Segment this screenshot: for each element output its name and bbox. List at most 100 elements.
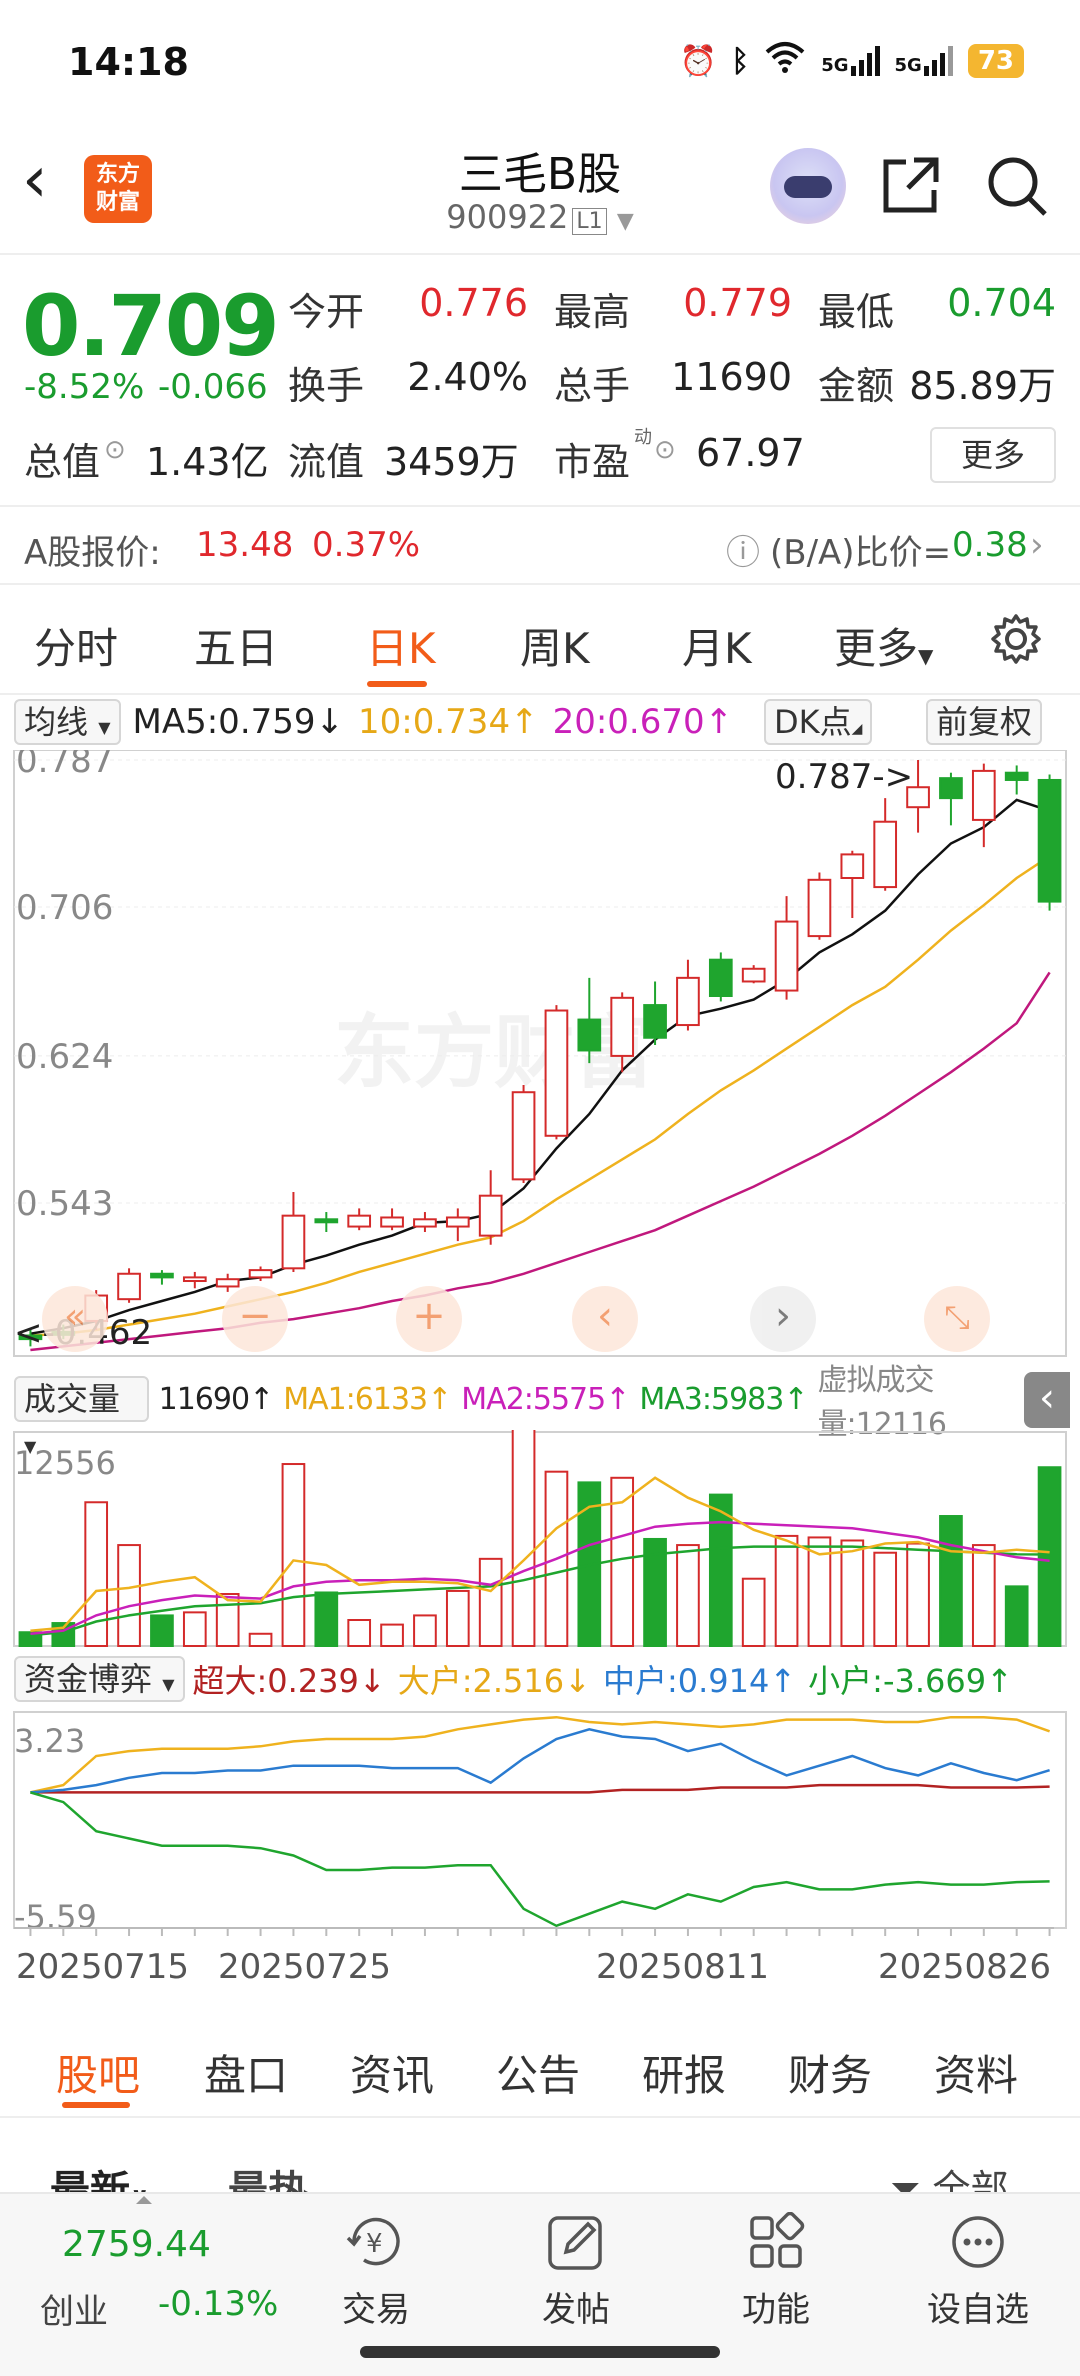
divider (0, 505, 1080, 507)
tab-guba[interactable]: 股吧 (56, 2042, 140, 2103)
fund-top-label: 3.23 (14, 1722, 85, 1760)
signal-icon-2: 5G (895, 46, 954, 76)
y-axis-label: 0.624 (16, 1037, 113, 1077)
info-icon[interactable]: ⊙ (104, 435, 126, 465)
index-value[interactable]: 2759.44 (62, 2224, 211, 2265)
info-icon[interactable]: ⊙ (654, 435, 676, 465)
candle-body (182, 1276, 207, 1283)
tab-weekly-k[interactable]: 周K (520, 615, 590, 676)
fund-small-line (30, 1791, 1050, 1928)
index-name[interactable]: 创业 (40, 2284, 108, 2333)
volume-indicator-select[interactable]: 成交量 ▼ (14, 1376, 149, 1456)
a-share-label: A股报价: (24, 533, 161, 573)
next-icon[interactable]: › (750, 1286, 816, 1352)
kline-y-labels: 0.787 0.706 0.624 0.543 (16, 750, 113, 1224)
battery-indicator: 73 (967, 44, 1024, 78)
candle-body (971, 769, 996, 821)
vol-ma1: MA1:6133↑ (283, 1381, 452, 1417)
dock-functions-label: 功能 (742, 2290, 810, 2330)
caret-down-icon: ▼ (918, 644, 934, 668)
vol-ma3: MA3:5983↑ (639, 1381, 808, 1417)
indicator-select[interactable]: 均线 ▼ (14, 699, 121, 745)
settings-icon[interactable] (990, 613, 1042, 669)
dock-trade[interactable]: ¥ 交易 (306, 2212, 446, 2331)
y-axis-label: 0.706 (16, 888, 113, 928)
signal-type: 5G (894, 55, 922, 76)
collapse-panel-icon[interactable]: ‹ (1024, 1372, 1070, 1428)
volume-bar (676, 1544, 700, 1647)
open-value: 0.776 (419, 281, 528, 325)
scroll-left-fast-icon[interactable]: « (42, 1286, 108, 1352)
prev-icon[interactable]: ‹ (572, 1286, 638, 1352)
candle-body (347, 1214, 372, 1228)
fund-chart[interactable]: 3.23 -5.59 (0, 1710, 1080, 1930)
volume-bar (150, 1614, 174, 1647)
svg-text:¥: ¥ (366, 2229, 383, 2259)
candle-body (215, 1278, 240, 1288)
volume-chart[interactable]: 12556 (0, 1430, 1080, 1648)
volume-bar (741, 1577, 766, 1647)
ba-ratio-value: 0.38 (952, 525, 1028, 565)
chevron-right-icon[interactable]: › (1030, 525, 1044, 565)
tab-finance[interactable]: 财务 (788, 2042, 872, 2103)
search-icon[interactable] (985, 154, 1049, 218)
tab-more-label: 更多 (834, 624, 919, 673)
home-indicator[interactable] (360, 2346, 720, 2358)
volume-legend: 成交量 ▼ 11690↑ MA1:6133↑ MA2:5575↑ MA3:598… (14, 1363, 1054, 1456)
candle-body (248, 1269, 273, 1279)
float-value: 3459万 (384, 440, 519, 484)
dk-point-button[interactable]: DK点◢ (764, 699, 873, 745)
volume-max-label: 12556 (14, 1444, 116, 1482)
kline-chart[interactable]: 东方财富 0.7870.7060.6240.543 0.787-> <-0.46… (0, 750, 1080, 1370)
alarm-icon: ⏰ (679, 43, 718, 79)
y-axis-label: 0.787 (16, 750, 113, 781)
share-icon[interactable] (880, 154, 942, 216)
dock-add-watchlist[interactable]: 设自选 (908, 2212, 1048, 2331)
fullscreen-icon[interactable]: ⤡ (924, 1286, 990, 1352)
candle-body (413, 1218, 437, 1228)
dock-functions[interactable]: 功能 (706, 2212, 846, 2331)
tab-pankou[interactable]: 盘口 (204, 2042, 288, 2103)
tab-more[interactable]: 更多▼ (834, 615, 933, 676)
dk-label: DK点 (774, 703, 852, 741)
volume-bar (182, 1611, 207, 1648)
zoom-out-icon[interactable]: − (222, 1286, 288, 1352)
current-price: 0.709 (22, 277, 280, 375)
adjust-button[interactable]: 前复权 (926, 699, 1043, 745)
tab-monthly-k[interactable]: 月K (682, 615, 752, 676)
volume-value: 11690↑ (158, 1381, 275, 1417)
more-button[interactable]: 更多 (930, 427, 1056, 483)
tab-profile[interactable]: 资料 (934, 2042, 1018, 2103)
high-label: 最高 (554, 290, 631, 334)
index-percent[interactable]: -0.13% (158, 2284, 278, 2324)
vol-ma2: MA2:5575↑ (461, 1381, 630, 1417)
volume-bar (117, 1544, 141, 1647)
tab-daily-k[interactable]: 日K (366, 615, 436, 676)
tab-timeshare[interactable]: 分时 (34, 615, 118, 676)
amount-value: 85.89万 (909, 364, 1056, 408)
expand-caret-icon[interactable] (136, 2196, 152, 2204)
stock-code: 900922 (446, 198, 569, 236)
zoom-in-icon[interactable]: + (396, 1286, 462, 1352)
fund-indicator-select[interactable]: 资金博弈 ▼ (14, 1656, 185, 1702)
high-value: 0.779 (683, 281, 792, 325)
volume-bar (939, 1515, 963, 1648)
volume-bar (906, 1542, 930, 1647)
volume-bar (248, 1632, 273, 1647)
tab-announcements[interactable]: 公告 (496, 2042, 580, 2103)
tab-five-day[interactable]: 五日 (194, 615, 278, 676)
y-axis-label: 0.543 (16, 1184, 113, 1224)
tab-research[interactable]: 研报 (642, 2042, 726, 2103)
candle-body (380, 1216, 404, 1228)
dock-post[interactable]: 发帖 (506, 2212, 646, 2331)
ai-assistant-avatar[interactable] (770, 148, 846, 224)
volume-bar (413, 1614, 437, 1647)
high-marker: 0.787-> (775, 757, 913, 797)
fund-large: 大户:2.516↓ (397, 1662, 591, 1700)
tab-news[interactable]: 资讯 (350, 2042, 434, 2103)
level-badge: L1 (572, 208, 607, 235)
date-label: 20250725 (218, 1947, 391, 1987)
help-icon[interactable]: ⓘ (726, 525, 760, 574)
fund-mid: 中户:0.914↑ (602, 1662, 797, 1700)
status-bar: 14:18 ⏰ ᛒ 5G 5G 73 (0, 0, 1080, 120)
